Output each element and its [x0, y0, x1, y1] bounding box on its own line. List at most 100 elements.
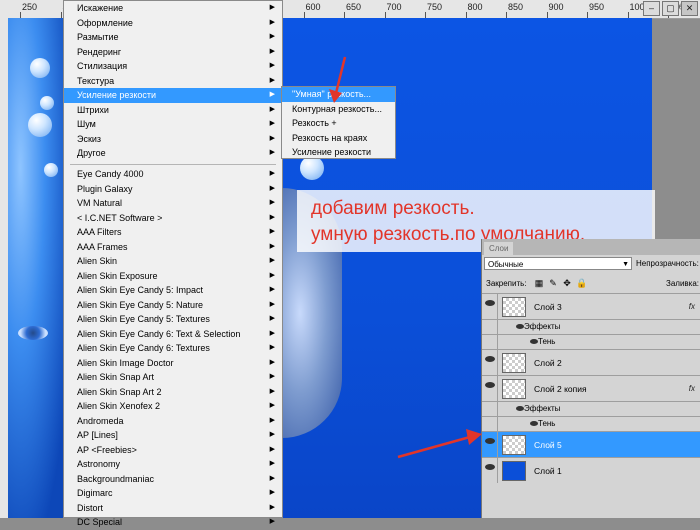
plugin-menu-item-label: AAA Frames: [77, 241, 128, 252]
plugin-menu-item[interactable]: Eye Candy 4000 ▶: [64, 167, 282, 182]
layer-row[interactable]: Слой 5: [482, 431, 700, 457]
layer-effect-row[interactable]: Тень: [482, 334, 700, 349]
layer-thumbnail: [502, 379, 526, 399]
plugin-menu-item[interactable]: Plugin Galaxy ▶: [64, 182, 282, 197]
layer-effects-row[interactable]: Эффекты: [482, 319, 700, 334]
filter-menu-item[interactable]: Стилизация ▶: [64, 59, 282, 74]
eye-icon[interactable]: [516, 406, 524, 411]
visibility-toggle[interactable]: [482, 335, 498, 349]
filter-menu-item[interactable]: Шум ▶: [64, 117, 282, 132]
visibility-toggle[interactable]: [482, 294, 498, 319]
plugin-menu-item-label: Eye Candy 4000: [77, 169, 144, 179]
menu-separator: [70, 164, 276, 165]
sharpen-submenu-item[interactable]: Резкость на краях: [282, 131, 395, 146]
filter-menu-item[interactable]: Текстура ▶: [64, 74, 282, 89]
plugin-menu-item[interactable]: Alien Skin Eye Candy 6: Textures ▶: [64, 341, 282, 356]
visibility-toggle[interactable]: [482, 320, 498, 334]
plugin-menu-item[interactable]: Digimarc ▶: [64, 486, 282, 501]
lock-all-icon[interactable]: 🔒: [576, 278, 587, 288]
plugin-menu-item[interactable]: Andromeda ▶: [64, 414, 282, 429]
plugin-menu-item[interactable]: Backgroundmaniac ▶: [64, 472, 282, 487]
lock-transparency-icon[interactable]: ▦: [534, 278, 544, 288]
sharpen-submenu-item[interactable]: Усиление резкости: [282, 145, 395, 160]
plugin-menu-item[interactable]: Alien Skin Image Doctor ▶: [64, 356, 282, 371]
filter-menu-item[interactable]: Усиление резкости ▶: [64, 88, 282, 103]
plugin-menu-item[interactable]: Distort ▶: [64, 501, 282, 516]
fill-label: Заливка:: [666, 279, 700, 288]
eye-icon: [485, 356, 495, 362]
layer-name: Слой 5: [534, 440, 562, 450]
plugin-menu-item-label: Alien Skin Eye Candy 5: Impact: [77, 285, 204, 295]
filter-menu-item[interactable]: Другое ▶: [64, 146, 282, 161]
layer-effects-row[interactable]: Эффекты: [482, 401, 700, 416]
chevron-right-icon: ▶: [269, 33, 275, 40]
eye-icon[interactable]: [530, 421, 538, 426]
visibility-toggle[interactable]: [482, 350, 498, 375]
plugin-menu-item[interactable]: Alien Skin Eye Candy 5: Nature ▶: [64, 298, 282, 313]
layer-row[interactable]: Слой 1: [482, 457, 700, 483]
plugin-menu-item[interactable]: Alien Skin Eye Candy 6: Text & Selection…: [64, 327, 282, 342]
restore-button[interactable]: ▢: [662, 1, 679, 16]
chevron-right-icon: ▶: [269, 402, 275, 409]
plugin-menu-item[interactable]: AAA Filters ▶: [64, 225, 282, 240]
chevron-right-icon: ▶: [269, 199, 275, 206]
plugin-menu-item-label: AP [Lines]: [77, 430, 118, 440]
layer-row[interactable]: Слой 3 fx: [482, 293, 700, 319]
fx-icon: fx: [688, 302, 695, 311]
visibility-toggle[interactable]: [482, 376, 498, 401]
plugin-menu-item[interactable]: Alien Skin Exposure ▶: [64, 269, 282, 284]
layer-row[interactable]: Слой 2: [482, 349, 700, 375]
plugin-menu-item[interactable]: DC Special ▶: [64, 515, 282, 530]
filter-menu-item[interactable]: Размытие ▶: [64, 30, 282, 45]
filter-menu-item[interactable]: Штрихи ▶: [64, 103, 282, 118]
plugin-menu-item[interactable]: Alien Skin ▶: [64, 254, 282, 269]
lock-brush-icon[interactable]: ✎: [548, 278, 558, 288]
filter-menu-item[interactable]: Искажение ▶: [64, 1, 282, 16]
plugin-menu-item[interactable]: VM Natural ▶: [64, 196, 282, 211]
plugin-menu-item[interactable]: Alien Skin Eye Candy 5: Textures ▶: [64, 312, 282, 327]
plugin-menu-item-label: AAA Filters: [77, 227, 122, 237]
layer-name: Эффекты: [524, 404, 561, 413]
chevron-right-icon: ▶: [269, 416, 275, 424]
plugin-menu-item[interactable]: Alien Skin Eye Candy 5: Impact ▶: [64, 283, 282, 298]
plugin-menu-item[interactable]: Astronomy ▶: [64, 457, 282, 472]
layer-effect-row[interactable]: Тень: [482, 416, 700, 431]
plugin-menu-item[interactable]: AP [Lines] ▶: [64, 428, 282, 443]
layer-thumbnail: [502, 297, 526, 317]
chevron-down-icon: ▼: [622, 261, 629, 268]
layer-thumbnail: [502, 461, 526, 481]
chevron-right-icon: ▶: [269, 373, 275, 380]
plugin-menu-item-label: Alien Skin Eye Candy 5: Nature: [77, 299, 204, 310]
plugin-menu-item-label: Alien Skin Eye Candy 5: Textures: [77, 314, 210, 324]
plugin-menu-item[interactable]: Alien Skin Snap Art 2 ▶: [64, 385, 282, 400]
visibility-toggle[interactable]: [482, 458, 498, 483]
filter-menu-item[interactable]: Оформление ▶: [64, 16, 282, 31]
plugin-menu-item[interactable]: Alien Skin Snap Art ▶: [64, 370, 282, 385]
plugin-menu-item-label: Alien Skin Snap Art 2: [77, 386, 162, 397]
chevron-right-icon: ▶: [269, 105, 275, 113]
plugin-menu-item[interactable]: AAA Frames ▶: [64, 240, 282, 255]
plugin-menu-item[interactable]: Alien Skin Xenofex 2 ▶: [64, 399, 282, 414]
chevron-right-icon: ▶: [269, 18, 275, 26]
filter-menu-item-label: Шум: [77, 119, 96, 129]
close-button[interactable]: ✕: [681, 1, 698, 16]
layer-row[interactable]: Слой 2 копия fx: [482, 375, 700, 401]
eye-icon[interactable]: [516, 324, 524, 329]
filter-menu-item[interactable]: Эскиз ▶: [64, 132, 282, 147]
plugin-menu-item[interactable]: < I.C.NET Software > ▶: [64, 211, 282, 226]
sharpen-submenu-item[interactable]: Резкость +: [282, 116, 395, 131]
chevron-right-icon: ▶: [269, 474, 275, 482]
chevron-right-icon: ▶: [269, 329, 275, 337]
eye-icon[interactable]: [530, 339, 538, 344]
chevron-right-icon: ▶: [269, 431, 275, 438]
lock-move-icon[interactable]: ✥: [562, 278, 572, 288]
filter-menu-item-label: Искажение: [77, 3, 124, 13]
visibility-toggle[interactable]: [482, 402, 498, 416]
plugin-menu-item[interactable]: AP <Freebies> ▶: [64, 443, 282, 458]
chevron-right-icon: ▶: [269, 134, 275, 142]
filter-menu-item[interactable]: Рендеринг ▶: [64, 45, 282, 60]
ruler-label: 950: [589, 2, 605, 12]
blend-mode-select[interactable]: Обычные ▼: [484, 257, 632, 270]
minimize-button[interactable]: –: [643, 1, 660, 16]
tab-layers[interactable]: Слои: [484, 242, 514, 255]
